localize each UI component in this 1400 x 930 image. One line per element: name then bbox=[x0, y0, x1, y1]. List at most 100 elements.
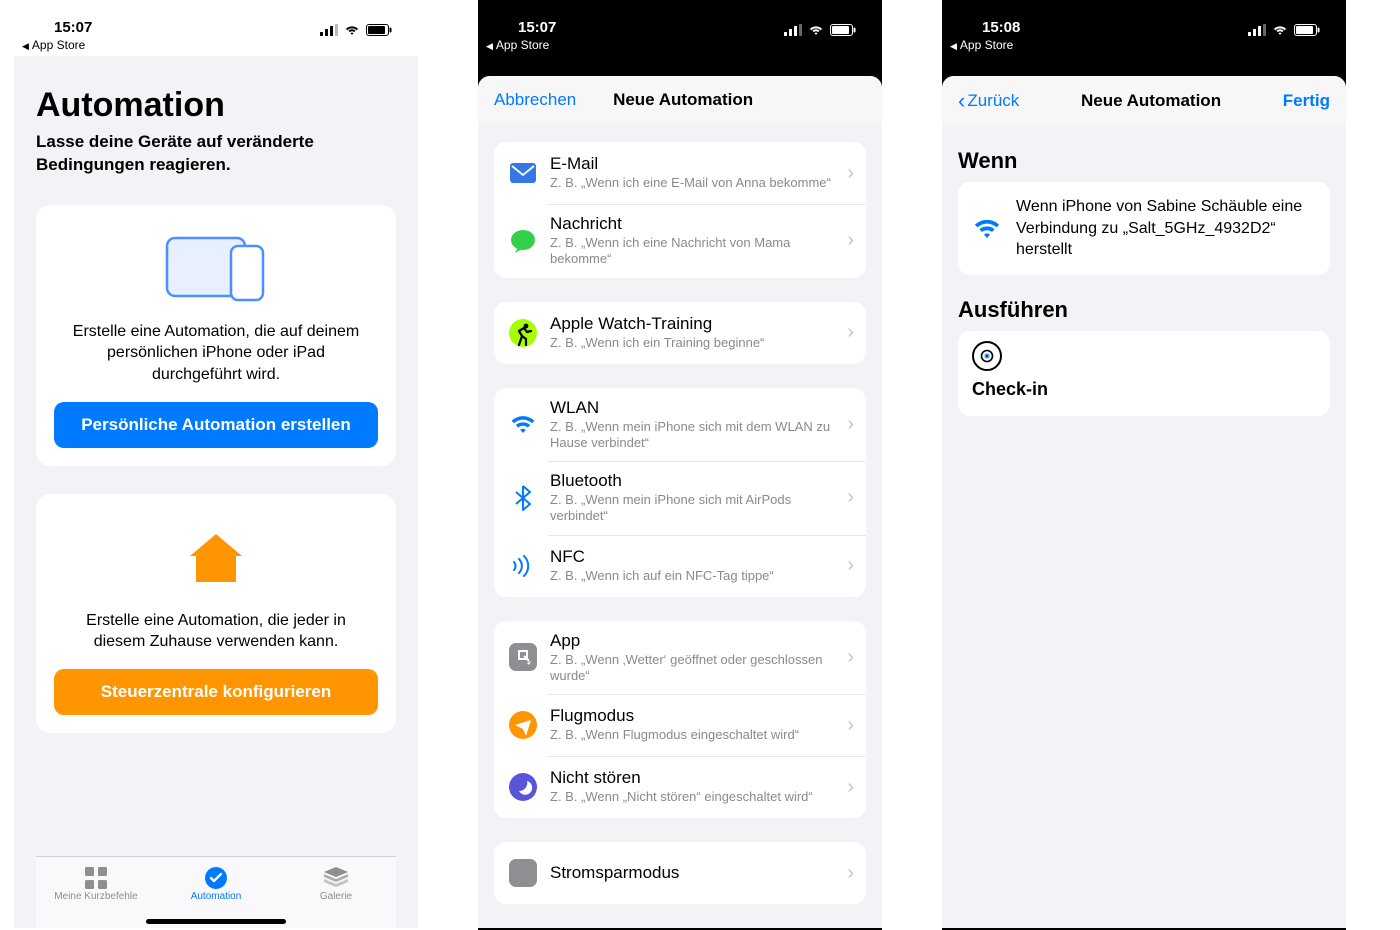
trigger-subtitle: Z. B. „Wenn ich eine Nachricht von Mama … bbox=[550, 235, 841, 268]
wifi-icon bbox=[1272, 24, 1288, 36]
trigger-bt[interactable]: BluetoothZ. B. „Wenn mein iPhone sich mi… bbox=[494, 461, 866, 535]
action-card[interactable]: Check-in bbox=[958, 331, 1330, 416]
trigger-msg[interactable]: NachrichtZ. B. „Wenn ich eine Nachricht … bbox=[494, 204, 866, 278]
eye-icon bbox=[972, 341, 1002, 371]
clock-check-icon bbox=[156, 865, 276, 891]
back-to-appstore[interactable]: App Store bbox=[14, 36, 418, 56]
sheet-title: Neue Automation bbox=[613, 90, 753, 110]
back-button[interactable]: ‹ Zurück bbox=[958, 90, 1019, 112]
card-home-automation: Erstelle eine Automation, die jeder in d… bbox=[36, 494, 396, 733]
battery-icon bbox=[830, 24, 856, 36]
sheet-header: ‹ Zurück Neue Automation Fertig bbox=[942, 76, 1346, 126]
status-indicators bbox=[784, 24, 856, 36]
nfc-icon bbox=[508, 551, 538, 581]
chevron-right-icon: › bbox=[847, 646, 854, 669]
stack-icon bbox=[276, 865, 396, 891]
back-to-appstore[interactable]: App Store bbox=[942, 36, 1346, 56]
tab-shortcuts[interactable]: Meine Kurzbefehle bbox=[36, 865, 156, 902]
tab-automation[interactable]: Automation bbox=[156, 865, 276, 902]
battery-icon bbox=[508, 858, 538, 888]
sheet-header: Abbrechen Neue Automation bbox=[478, 76, 882, 124]
tab-shortcuts-label: Meine Kurzbefehle bbox=[36, 891, 156, 902]
trigger-title: Nicht stören bbox=[550, 768, 841, 788]
chevron-right-icon: › bbox=[847, 862, 854, 885]
status-time: 15:07 bbox=[518, 19, 556, 36]
mail-icon bbox=[508, 158, 538, 188]
cancel-button[interactable]: Abbrechen bbox=[494, 90, 576, 110]
chevron-right-icon: › bbox=[847, 162, 854, 185]
home-indicator[interactable] bbox=[146, 919, 286, 924]
do-section-label: Ausführen bbox=[942, 275, 1346, 331]
wifi-icon bbox=[972, 216, 1002, 240]
wifi-icon bbox=[508, 409, 538, 439]
trigger-plane[interactable]: FlugmodusZ. B. „Wenn Flugmodus eingescha… bbox=[494, 694, 866, 756]
trigger-batt[interactable]: Stromsparmodus› bbox=[494, 842, 866, 904]
bluetooth-icon bbox=[508, 483, 538, 513]
devices-illustration bbox=[54, 229, 378, 309]
card-personal-automation: Erstelle eine Automation, die auf deinem… bbox=[36, 205, 396, 466]
workout-icon bbox=[508, 318, 538, 348]
tab-bar: Meine Kurzbefehle Automation Galerie bbox=[36, 856, 396, 928]
status-time: 15:08 bbox=[982, 19, 1020, 36]
trigger-subtitle: Z. B. „Wenn Flugmodus eingeschaltet wird… bbox=[550, 727, 841, 743]
trigger-title: Nachricht bbox=[550, 214, 841, 234]
trigger-dnd[interactable]: Nicht störenZ. B. „Wenn „Nicht stören“ e… bbox=[494, 756, 866, 818]
chevron-right-icon: › bbox=[847, 413, 854, 436]
back-to-appstore[interactable]: App Store bbox=[478, 36, 882, 56]
wifi-icon bbox=[344, 24, 360, 36]
create-personal-automation-button[interactable]: Persönliche Automation erstellen bbox=[54, 402, 378, 448]
status-bar: 15:07 bbox=[478, 0, 882, 36]
status-indicators bbox=[320, 24, 392, 36]
moon-icon bbox=[508, 772, 538, 802]
status-indicators bbox=[1248, 24, 1320, 36]
trigger-title: Flugmodus bbox=[550, 706, 841, 726]
trigger-workout[interactable]: Apple Watch-TrainingZ. B. „Wenn ich ein … bbox=[494, 302, 866, 364]
trigger-subtitle: Z. B. „Wenn mein iPhone sich mit AirPods… bbox=[550, 492, 841, 525]
cellular-icon bbox=[320, 24, 338, 36]
status-bar: 15:08 bbox=[942, 0, 1346, 36]
trigger-title: WLAN bbox=[550, 398, 841, 418]
battery-icon bbox=[366, 24, 392, 36]
message-icon bbox=[508, 226, 538, 256]
trigger-subtitle: Z. B. „Wenn ich eine E-Mail von Anna bek… bbox=[550, 175, 841, 191]
card-personal-text: Erstelle eine Automation, die auf deinem… bbox=[60, 321, 372, 386]
trigger-subtitle: Z. B. „Wenn „Nicht stören“ eingeschaltet… bbox=[550, 789, 841, 805]
chevron-right-icon: › bbox=[847, 776, 854, 799]
when-condition-card[interactable]: Wenn iPhone von Sabine Schäuble eine Ver… bbox=[958, 182, 1330, 275]
trigger-subtitle: Z. B. „Wenn ich auf ein NFC-Tag tippe“ bbox=[550, 568, 841, 584]
grid-icon bbox=[36, 865, 156, 891]
sheet-title: Neue Automation bbox=[1081, 91, 1221, 111]
tab-automation-label: Automation bbox=[156, 891, 276, 902]
configure-home-hub-button[interactable]: Steuerzentrale konfigurieren bbox=[54, 669, 378, 715]
card-home-text: Erstelle eine Automation, die jeder in d… bbox=[60, 610, 372, 653]
status-bar: 15:07 bbox=[14, 0, 418, 36]
trigger-title: NFC bbox=[550, 547, 841, 567]
screen-new-automation-summary: 15:08 App Store ‹ Zurück Neue Automation… bbox=[942, 0, 1346, 930]
cellular-icon bbox=[784, 24, 802, 36]
screen-automation-home: 15:07 App Store Automation Lasse deine G… bbox=[14, 0, 418, 930]
when-section-label: Wenn bbox=[942, 126, 1346, 182]
trigger-title: App bbox=[550, 631, 841, 651]
chevron-right-icon: › bbox=[847, 229, 854, 252]
airplane-icon bbox=[508, 710, 538, 740]
trigger-app[interactable]: AppZ. B. „Wenn ‚Wetter‘ geöffnet oder ge… bbox=[494, 621, 866, 695]
chevron-left-icon: ‹ bbox=[958, 90, 965, 112]
tab-gallery[interactable]: Galerie bbox=[276, 865, 396, 902]
trigger-nfc[interactable]: NFCZ. B. „Wenn ich auf ein NFC-Tag tippe… bbox=[494, 535, 866, 597]
screen-new-automation-triggers: 15:07 App Store Abbrechen Neue Automatio… bbox=[478, 0, 882, 930]
trigger-wifi[interactable]: WLANZ. B. „Wenn mein iPhone sich mit dem… bbox=[494, 388, 866, 462]
home-illustration bbox=[54, 518, 378, 598]
action-label: Check-in bbox=[972, 379, 1316, 400]
trigger-list: E-MailZ. B. „Wenn ich eine E-Mail von An… bbox=[478, 124, 882, 928]
chevron-right-icon: › bbox=[847, 714, 854, 737]
page-title: Automation bbox=[36, 86, 396, 125]
tab-gallery-label: Galerie bbox=[276, 891, 396, 902]
trigger-title: Bluetooth bbox=[550, 471, 841, 491]
when-condition-text: Wenn iPhone von Sabine Schäuble eine Ver… bbox=[1016, 196, 1316, 261]
chevron-right-icon: › bbox=[847, 321, 854, 344]
trigger-subtitle: Z. B. „Wenn ‚Wetter‘ geöffnet oder gesch… bbox=[550, 652, 841, 685]
done-button[interactable]: Fertig bbox=[1283, 91, 1330, 111]
wifi-icon bbox=[808, 24, 824, 36]
trigger-mail[interactable]: E-MailZ. B. „Wenn ich eine E-Mail von An… bbox=[494, 142, 866, 204]
battery-icon bbox=[1294, 24, 1320, 36]
